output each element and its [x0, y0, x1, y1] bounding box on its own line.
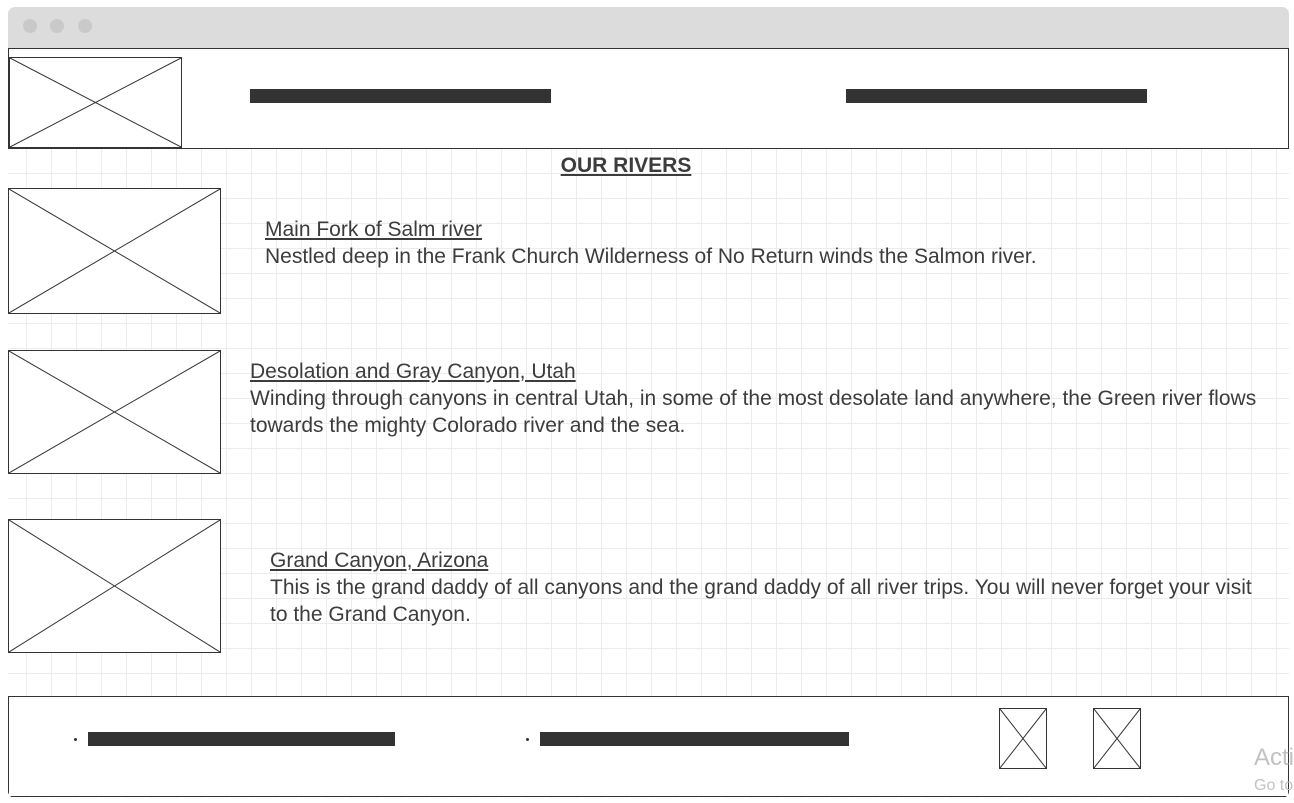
wireframe-canvas: OUR RIVERS Main Fork of Salm river Nestl… — [8, 48, 1289, 798]
page-title: OUR RIVERS — [560, 154, 692, 177]
river-description: This is the grand daddy of all canyons a… — [270, 576, 1252, 626]
river-item: Grand Canyon, Arizona This is the grand … — [270, 547, 1260, 628]
image-placeholder-icon — [1000, 709, 1046, 768]
river-name-link[interactable]: Grand Canyon, Arizona — [270, 547, 1260, 574]
logo-image-placeholder[interactable] — [9, 57, 182, 148]
image-placeholder-icon — [9, 351, 220, 473]
social-icon-placeholder[interactable] — [1093, 708, 1141, 769]
window-titlebar — [8, 7, 1289, 48]
image-placeholder-icon — [9, 189, 220, 313]
river-image-placeholder[interactable] — [8, 188, 221, 314]
river-image-placeholder[interactable] — [8, 519, 221, 653]
river-item: Main Fork of Salm river Nestled deep in … — [265, 216, 1265, 270]
image-placeholder-icon — [9, 520, 220, 652]
image-placeholder-icon — [10, 58, 181, 147]
site-footer — [8, 696, 1289, 797]
river-image-placeholder[interactable] — [8, 350, 221, 474]
list-bullet-icon — [526, 738, 529, 741]
nav-link-placeholder-2[interactable] — [846, 89, 1147, 103]
footer-link-placeholder-1[interactable] — [88, 732, 395, 746]
minimize-window-dot[interactable] — [50, 19, 64, 33]
river-name-link[interactable]: Main Fork of Salm river — [265, 216, 1265, 243]
activation-watermark-subtext: Go to — [1254, 777, 1294, 794]
river-name-link[interactable]: Desolation and Gray Canyon, Utah — [250, 358, 1260, 385]
list-bullet-icon — [74, 738, 77, 741]
footer-link-placeholder-2[interactable] — [540, 732, 849, 746]
image-placeholder-icon — [1094, 709, 1140, 768]
nav-link-placeholder-1[interactable] — [250, 89, 551, 103]
river-item: Desolation and Gray Canyon, Utah Winding… — [250, 358, 1260, 439]
river-description: Winding through canyons in central Utah,… — [250, 387, 1257, 437]
river-description: Nestled deep in the Frank Church Wildern… — [265, 245, 1037, 268]
social-icon-placeholder[interactable] — [999, 708, 1047, 769]
site-header — [8, 48, 1289, 149]
maximize-window-dot[interactable] — [78, 19, 92, 33]
browser-window: OUR RIVERS Main Fork of Salm river Nestl… — [8, 7, 1289, 798]
activation-watermark: Acti — [1254, 744, 1294, 771]
close-window-dot[interactable] — [23, 19, 37, 33]
